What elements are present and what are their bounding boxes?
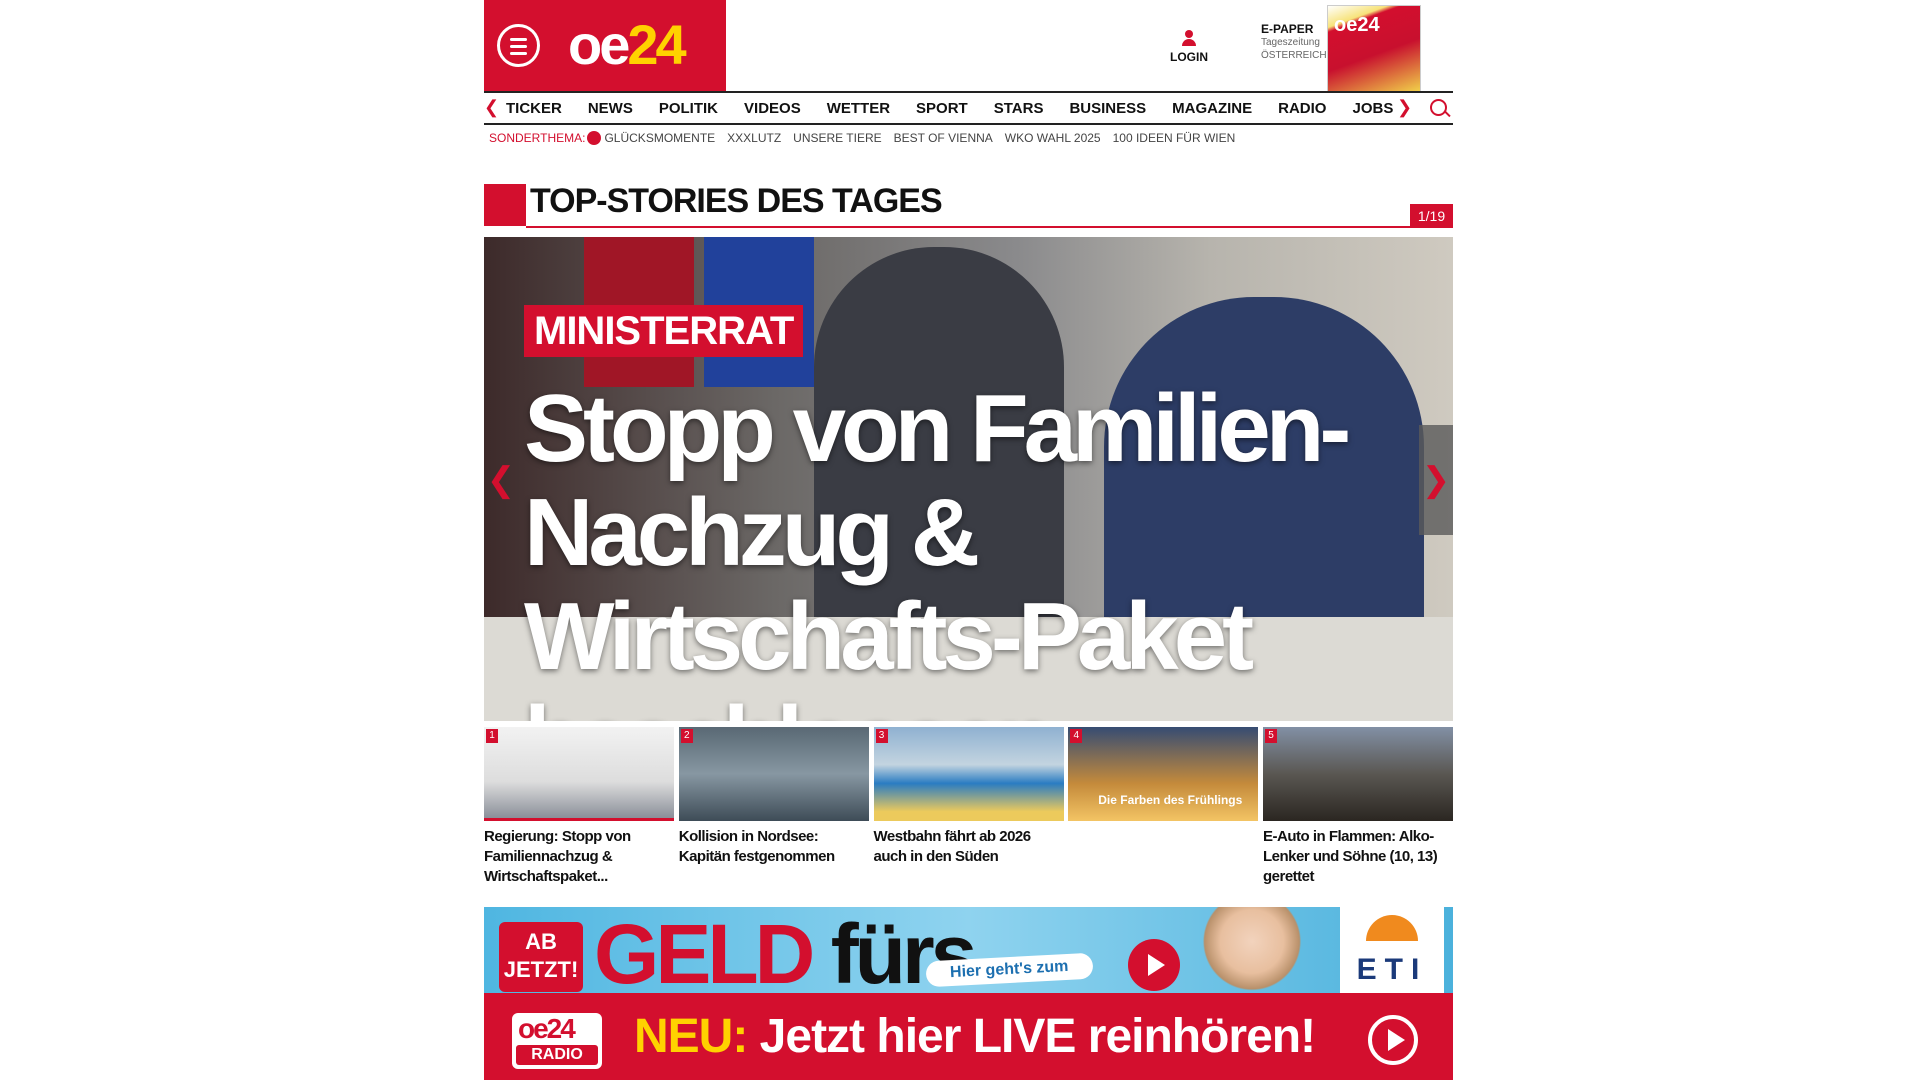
radio-banner[interactable]: oe24 RADIO NEU: Jetzt hier LIVE reinhöre… [484, 993, 1453, 1080]
subnav-label: SONDERTHEMA: [489, 131, 586, 145]
heart-icon [587, 131, 602, 145]
nav-next-icon[interactable]: ❯ [1397, 97, 1412, 118]
eti-logo-text: ETI [1356, 953, 1428, 986]
nav-item-politik[interactable]: POLITIK [659, 99, 718, 119]
ad-banner[interactable]: AB JETZT! GELD fürs Hier geht's zum ETI [484, 907, 1453, 993]
play-icon[interactable] [1128, 939, 1180, 991]
radio-new-label: NEU: [634, 1010, 748, 1063]
ad-headline: GELD fürs [594, 907, 977, 993]
eti-logo: ETI [1340, 907, 1444, 993]
radio-logo: oe24 RADIO [512, 1013, 602, 1069]
subnav-item[interactable]: BEST OF VIENNA [894, 130, 993, 146]
thumb-caption: Kollision in Nordsee: Kapitän festgenomm… [678, 828, 835, 865]
subnav-item[interactable]: 100 IDEEN FÜR WIEN [1113, 130, 1236, 146]
thumb-image: 4 Die Farben des Frühlings [1068, 727, 1259, 821]
story-thumb[interactable]: 4 Die Farben des Frühlings [1068, 727, 1259, 887]
thumb-caption: Regierung: Stopp von Familiennachzug & W… [484, 828, 631, 885]
nav-item-jobs[interactable]: JOBS [1352, 99, 1393, 119]
thumb-overlay-text: Die Farben des Frühlings [1098, 793, 1243, 807]
story-thumbnails: 1 Regierung: Stopp von Familiennachzug &… [484, 727, 1453, 887]
login-label: LOGIN [1170, 50, 1208, 64]
nav-item-ticker[interactable]: TICKER [506, 99, 562, 119]
subnav-item[interactable]: UNSERE TIERE [793, 130, 881, 146]
subnav-item[interactable]: GLÜCKSMOMENTE [604, 130, 715, 146]
search-icon[interactable] [1430, 99, 1447, 116]
thumb-image: 5 [1263, 727, 1453, 821]
subnav: SONDERTHEMA: GLÜCKSMOMENTE XXXLUTZ UNSERE … [489, 130, 1247, 146]
nav-item-sport[interactable]: SPORT [916, 99, 968, 119]
epaper-subtitle-2: ÖSTERREICH [1261, 50, 1327, 61]
nav-item-stars[interactable]: STARS [994, 99, 1044, 119]
nav-prev-icon[interactable]: ❮ [484, 97, 499, 118]
hero-kicker: MINISTERRAT [524, 305, 804, 357]
thumb-number: 3 [875, 729, 888, 743]
ad-badge-line: AB [525, 929, 557, 954]
story-thumb[interactable]: 1 Regierung: Stopp von Familiennachzug &… [484, 727, 674, 887]
thumb-number: 2 [680, 729, 693, 743]
epaper-link[interactable]: E-PAPER Tageszeitung ÖSTERREICH [1261, 22, 1327, 62]
thumb-number: 5 [1265, 729, 1277, 743]
logo-oe: oe [568, 13, 630, 76]
thumb-image: 1 [484, 727, 674, 821]
epaper-cover-logo: oe24 [1334, 14, 1380, 36]
nav-item-radio[interactable]: RADIO [1278, 99, 1326, 119]
section-title: TOP-STORIES DES TAGES [530, 182, 943, 220]
nav-item-business[interactable]: BUSINESS [1069, 99, 1146, 119]
subnav-item[interactable]: XXXLUTZ [727, 130, 781, 146]
chevron-left-icon[interactable]: ❮ [484, 425, 518, 535]
radio-message: Jetzt hier LIVE reinhören! [759, 1010, 1316, 1063]
thumb-number: 4 [1070, 729, 1083, 743]
ad-person-image [1192, 907, 1312, 993]
story-thumb[interactable]: 2 Kollision in Nordsee: Kapitän festgeno… [678, 727, 869, 887]
login-button[interactable]: LOGIN [1164, 30, 1214, 64]
sun-icon [1366, 915, 1418, 941]
brand-bar: oe24 [484, 0, 726, 91]
radio-logo-oe: oe24 [518, 1013, 576, 1044]
nav-item-videos[interactable]: VIDEOS [744, 99, 801, 119]
page: oe24 LOGIN E-PAPER Tageszeitung ÖSTERREI… [484, 0, 1453, 1080]
radio-logo-tag: RADIO [516, 1045, 598, 1065]
epaper-cover-image[interactable]: oe24 [1327, 5, 1421, 93]
story-thumb[interactable]: 3 Westbahn fährt ab 2026 auch in den Süd… [873, 727, 1064, 887]
epaper-title: E-PAPER [1261, 22, 1314, 36]
nav-items: TICKER NEWS POLITIK VIDEOS WETTER SPORT STARS B… [506, 99, 1419, 119]
play-circle-icon[interactable] [1368, 1015, 1418, 1065]
site-logo[interactable]: oe24 [568, 13, 687, 76]
menu-icon[interactable] [497, 24, 540, 67]
thumb-image: 3 [873, 727, 1064, 821]
section-divider [526, 226, 1453, 228]
ad-badge-line: JETZT! [503, 957, 579, 982]
thumb-caption: Westbahn fährt ab 2026 auch in den Süden [873, 828, 1032, 865]
logo-24: 24 [627, 13, 686, 76]
story-thumb[interactable]: 5 E-Auto in Flammen: Alko-Lenker und Söh… [1263, 727, 1453, 887]
thumb-image: 2 [678, 727, 869, 821]
ad-headline-part: GELD [594, 907, 815, 993]
subnav-item[interactable]: WKO WAHL 2025 [1005, 130, 1101, 146]
thumb-number: 1 [486, 729, 498, 743]
radio-text: NEU: Jetzt hier LIVE reinhören! [634, 1009, 1316, 1065]
epaper-subtitle: Tageszeitung [1261, 37, 1320, 48]
chevron-right-icon[interactable]: ❯ [1419, 425, 1453, 535]
nav-item-magazine[interactable]: MAGAZINE [1172, 99, 1252, 119]
user-icon [1181, 30, 1197, 46]
nav-item-wetter[interactable]: WETTER [827, 99, 890, 119]
slide-counter: 1/19 [1410, 204, 1453, 228]
thumb-caption: E-Auto in Flammen: Alko-Lenker und Söhne… [1263, 828, 1438, 885]
hero-headline[interactable]: Stopp von Familien-Nachzug & Wirtschafts… [524, 377, 1364, 722]
section-accent [484, 184, 526, 226]
nav-item-news[interactable]: NEWS [588, 99, 633, 119]
hero-slide[interactable]: MINISTERRAT Stopp von Familien-Nachzug &… [484, 237, 1453, 721]
main-nav: ❮ TICKER NEWS POLITIK VIDEOS WETTER SPORT STAR… [484, 91, 1453, 125]
ad-badge: AB JETZT! [499, 922, 583, 992]
